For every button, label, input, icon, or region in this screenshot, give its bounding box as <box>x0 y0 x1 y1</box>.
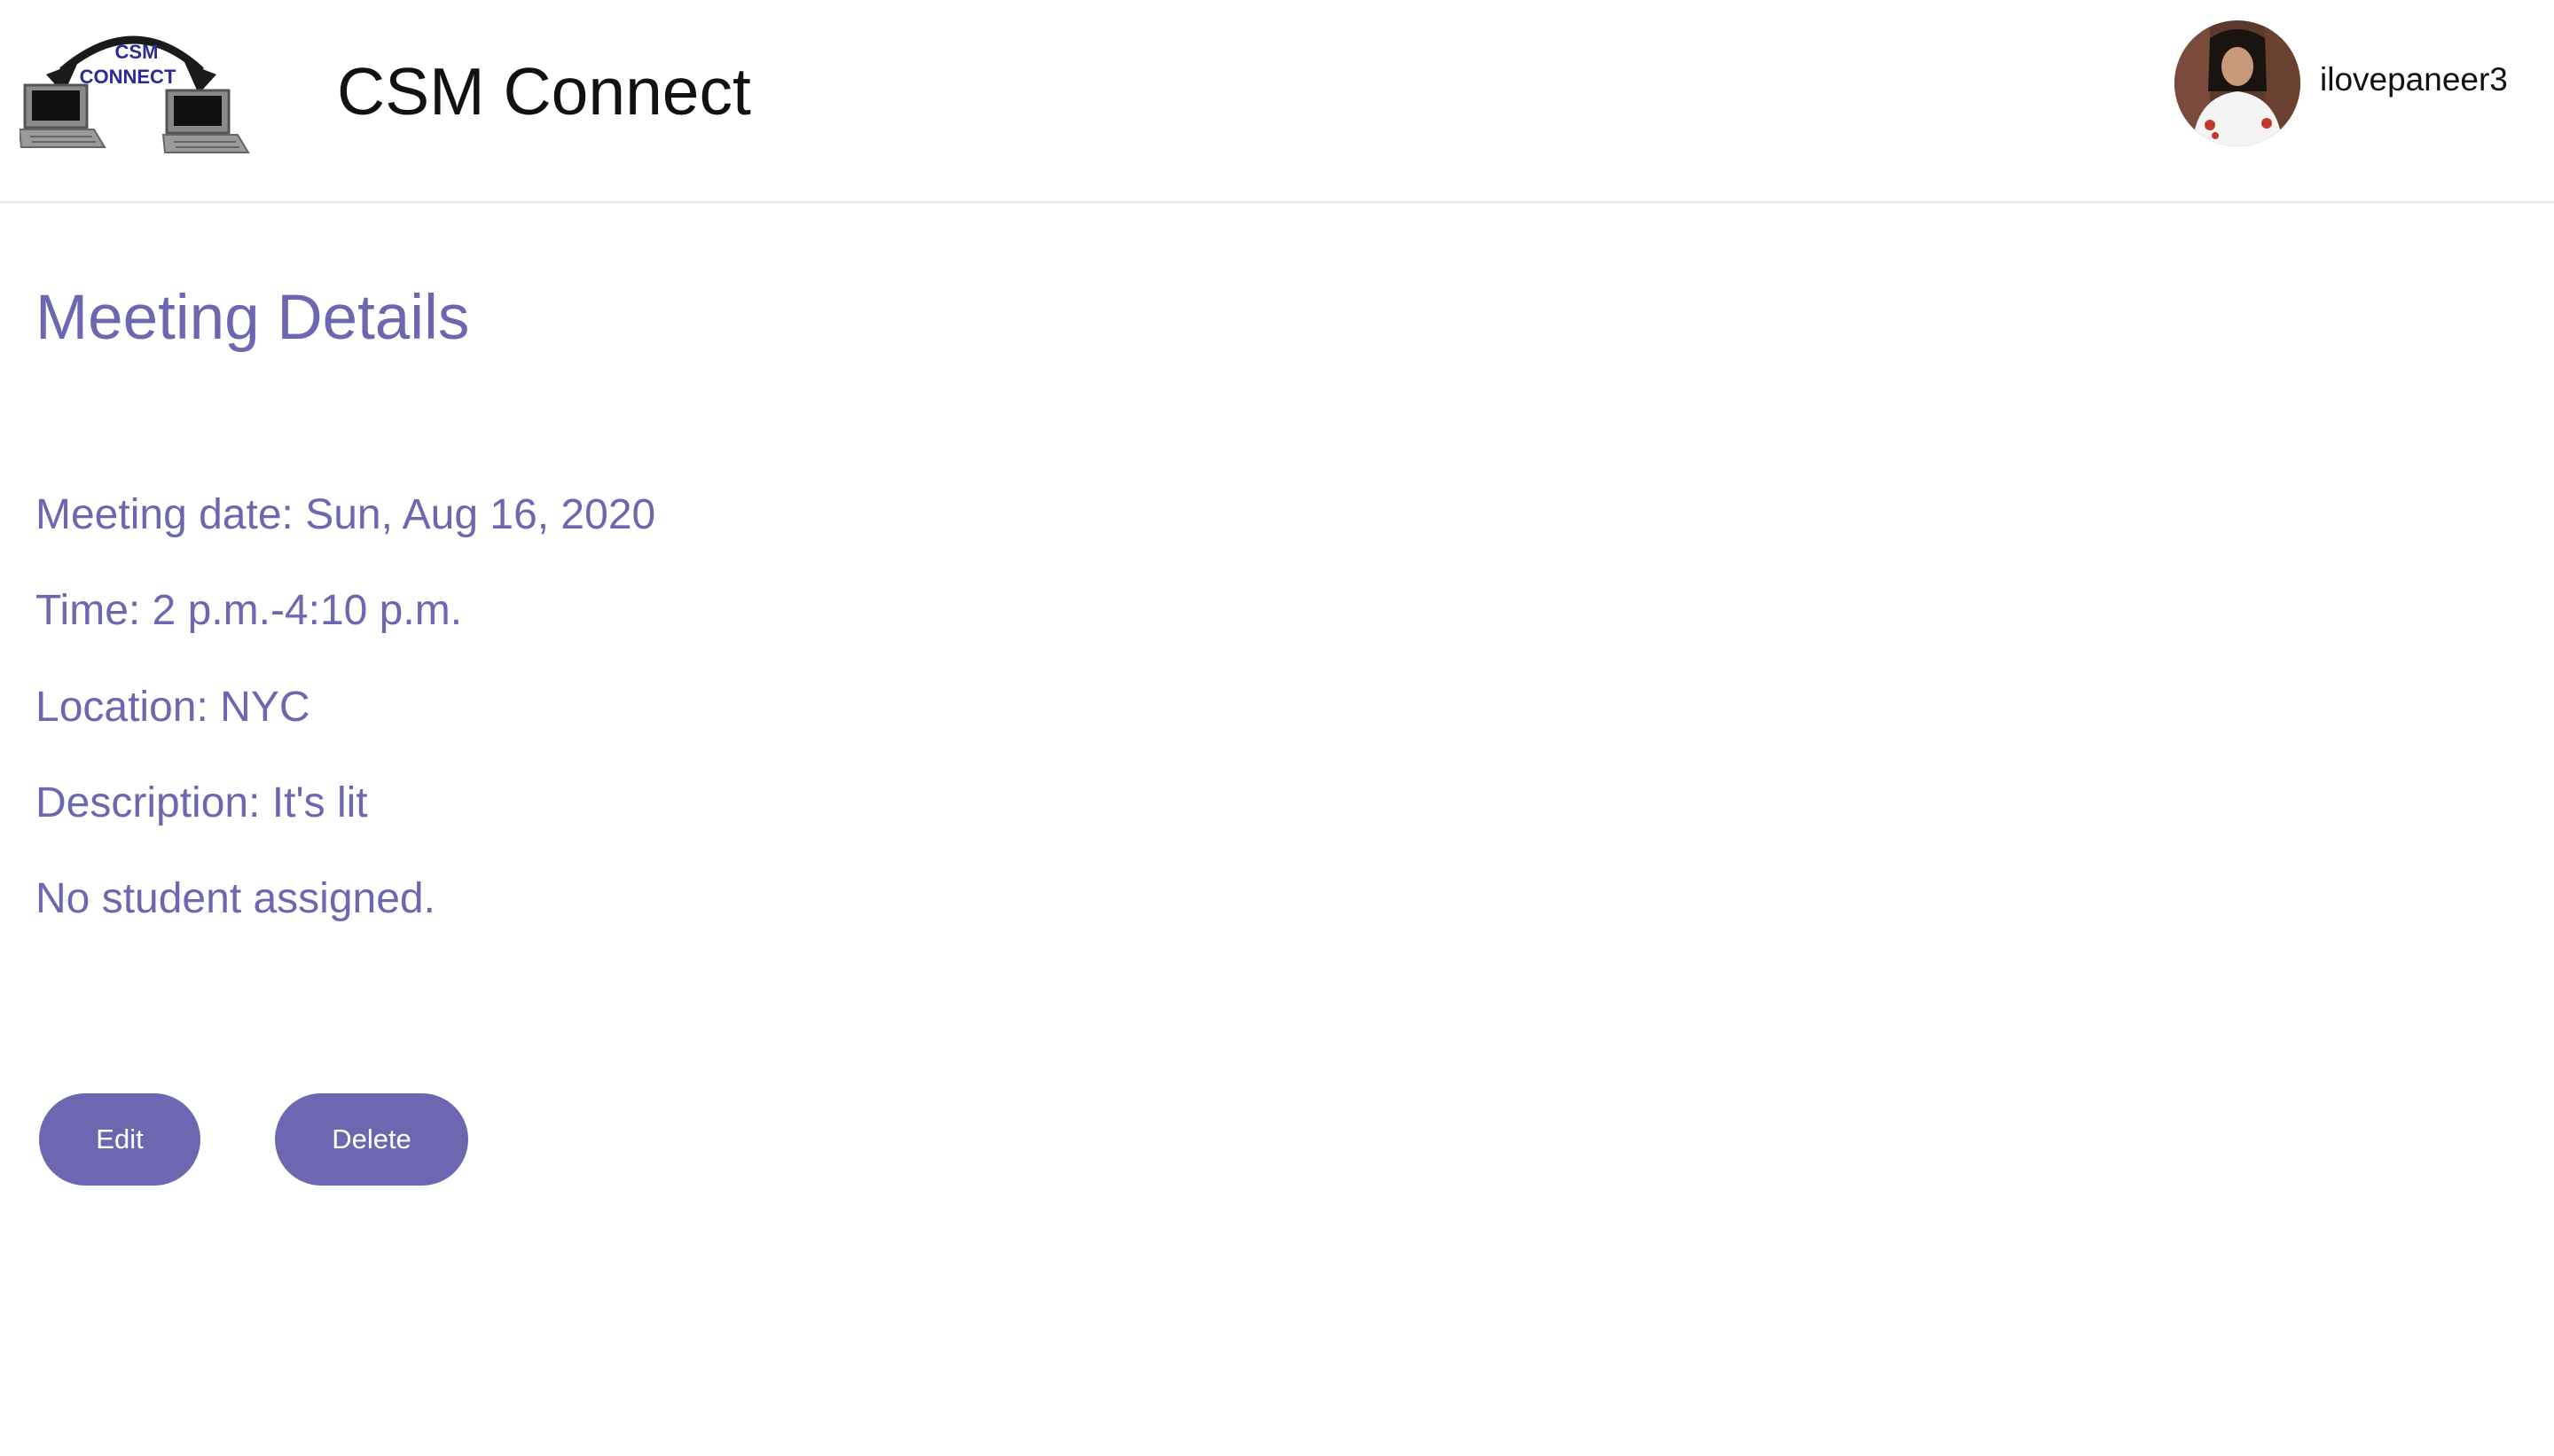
meeting-time-text: Time: 2 p.m.-4:10 p.m. <box>35 587 463 634</box>
page-title: Meeting Details <box>35 283 470 353</box>
csm-connect-logo[interactable]: CSM CONNECT <box>18 20 252 154</box>
user-avatar[interactable] <box>2174 20 2300 146</box>
username-label[interactable]: ilovepaneer3 <box>2320 59 2508 101</box>
logo-text-line1: CSM <box>115 41 159 63</box>
meeting-description-text: Description: It's lit <box>35 779 368 826</box>
meeting-date-text: Meeting date: Sun, Aug 16, 2020 <box>35 491 656 538</box>
student-assignment-status: No student assigned. <box>35 875 435 922</box>
logo-text-line2: CONNECT <box>80 66 176 88</box>
app-title: CSM Connect <box>337 54 751 129</box>
edit-button[interactable]: Edit <box>39 1093 200 1186</box>
meeting-location-text: Location: NYC <box>35 684 310 731</box>
delete-button[interactable]: Delete <box>275 1093 468 1186</box>
top-header: CSM CONNECT CSM Connect ilovepaneer3 <box>0 0 2554 203</box>
laptop-icon-right <box>161 89 250 153</box>
laptop-icon-left <box>18 83 106 148</box>
